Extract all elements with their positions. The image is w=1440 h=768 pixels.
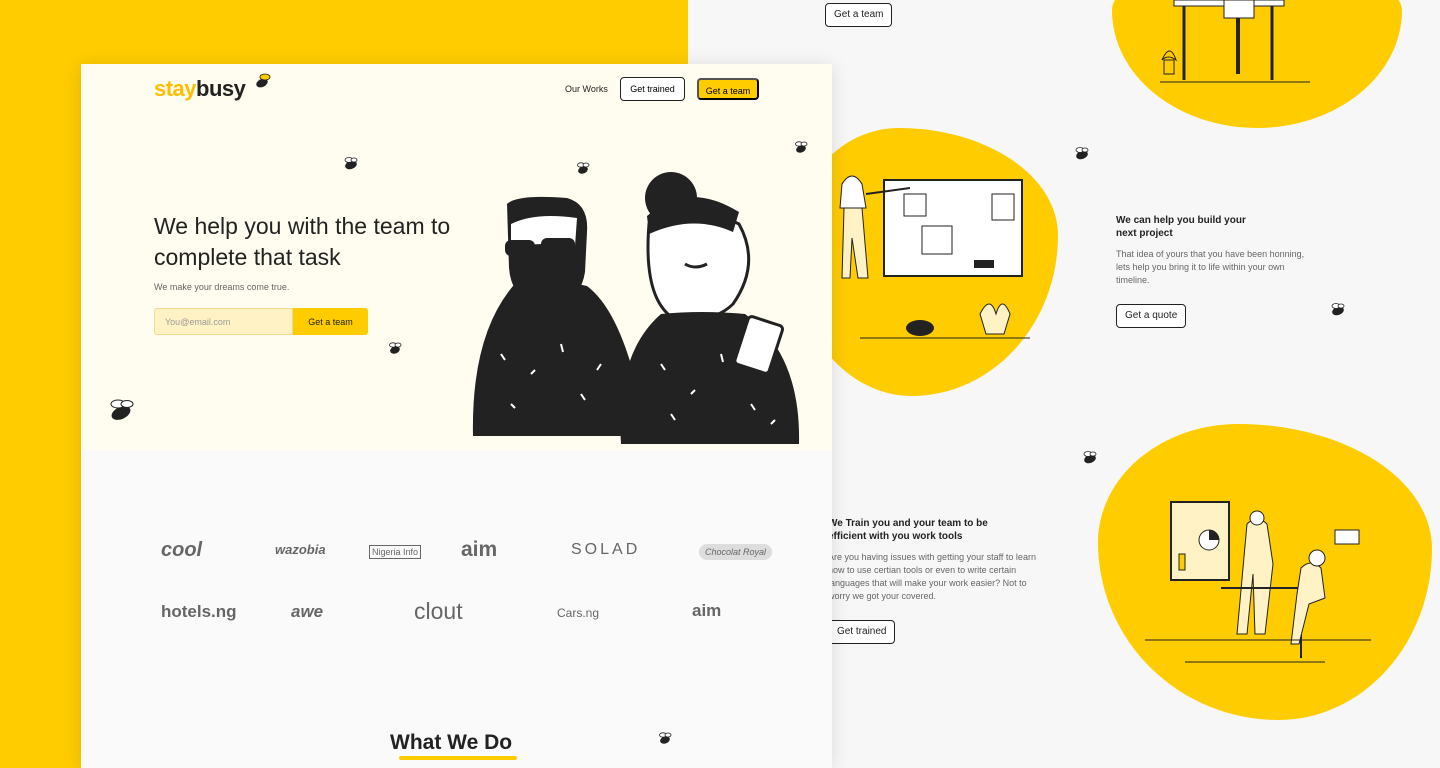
people-illustration (472, 172, 800, 444)
client-logo: SOLAD (571, 541, 641, 558)
bee-icon (1331, 303, 1345, 316)
hero-section: staybusy Our Works Get trained Get a tea… (81, 64, 832, 450)
client-logo: Chocolat Royal (699, 544, 773, 560)
client-logo: hotels.ng (161, 602, 237, 621)
hero-subtitle: We make your dreams come true. (154, 282, 290, 292)
bee-icon (795, 141, 808, 153)
service-build-heading: We can help you build your next project (1116, 215, 1246, 239)
logo-text-busy: busy (196, 76, 246, 101)
get-trained-button-secondary[interactable]: Get trained (828, 620, 896, 644)
landing-page-card: staybusy Our Works Get trained Get a tea… (81, 64, 832, 768)
bee-icon (1075, 147, 1089, 160)
service-train-heading: We Train you and your team to be efficie… (828, 518, 988, 542)
bee-icon (389, 342, 402, 354)
service-train-text: Are you having issues with getting your … (828, 552, 1036, 601)
client-logo: wazobia (275, 542, 326, 557)
nav-get-trained-button[interactable]: Get trained (620, 77, 685, 101)
get-a-quote-button[interactable]: Get a quote (1116, 304, 1187, 328)
bee-icon (344, 157, 358, 170)
client-logo: awe (291, 602, 324, 621)
client-logo: aim (461, 538, 498, 561)
heading-underline (399, 756, 517, 760)
nav-our-works-link[interactable]: Our Works (565, 84, 608, 94)
board-illustration (839, 175, 1030, 339)
desk-illustration (1160, 0, 1310, 83)
bee-icon (659, 732, 672, 744)
client-logo: Nigeria Info (369, 545, 422, 559)
hero-title: We help you with the team to complete th… (154, 213, 451, 270)
email-input[interactable] (154, 308, 293, 335)
client-logo: Cars.ng (557, 606, 600, 620)
client-logo: clout (414, 598, 463, 624)
logo-bee-icon (256, 73, 271, 88)
what-we-do-heading: What We Do (390, 731, 513, 754)
get-a-team-button-top[interactable]: Get a team (825, 3, 893, 27)
service-build-text: That idea of yours that you have been ho… (1116, 249, 1305, 285)
presentation-illustration (1145, 501, 1371, 663)
client-logo: aim (692, 601, 722, 620)
logo-text-stay: stay (154, 76, 197, 101)
client-logo: cool (161, 539, 203, 561)
nav-get-a-team-button[interactable]: Get a team (697, 78, 759, 100)
hero-get-a-team-button[interactable]: Get a team (293, 308, 368, 335)
bee-icon (1083, 451, 1097, 464)
staybusy-logo[interactable]: staybusy (154, 73, 271, 102)
bee-icon (110, 399, 134, 420)
